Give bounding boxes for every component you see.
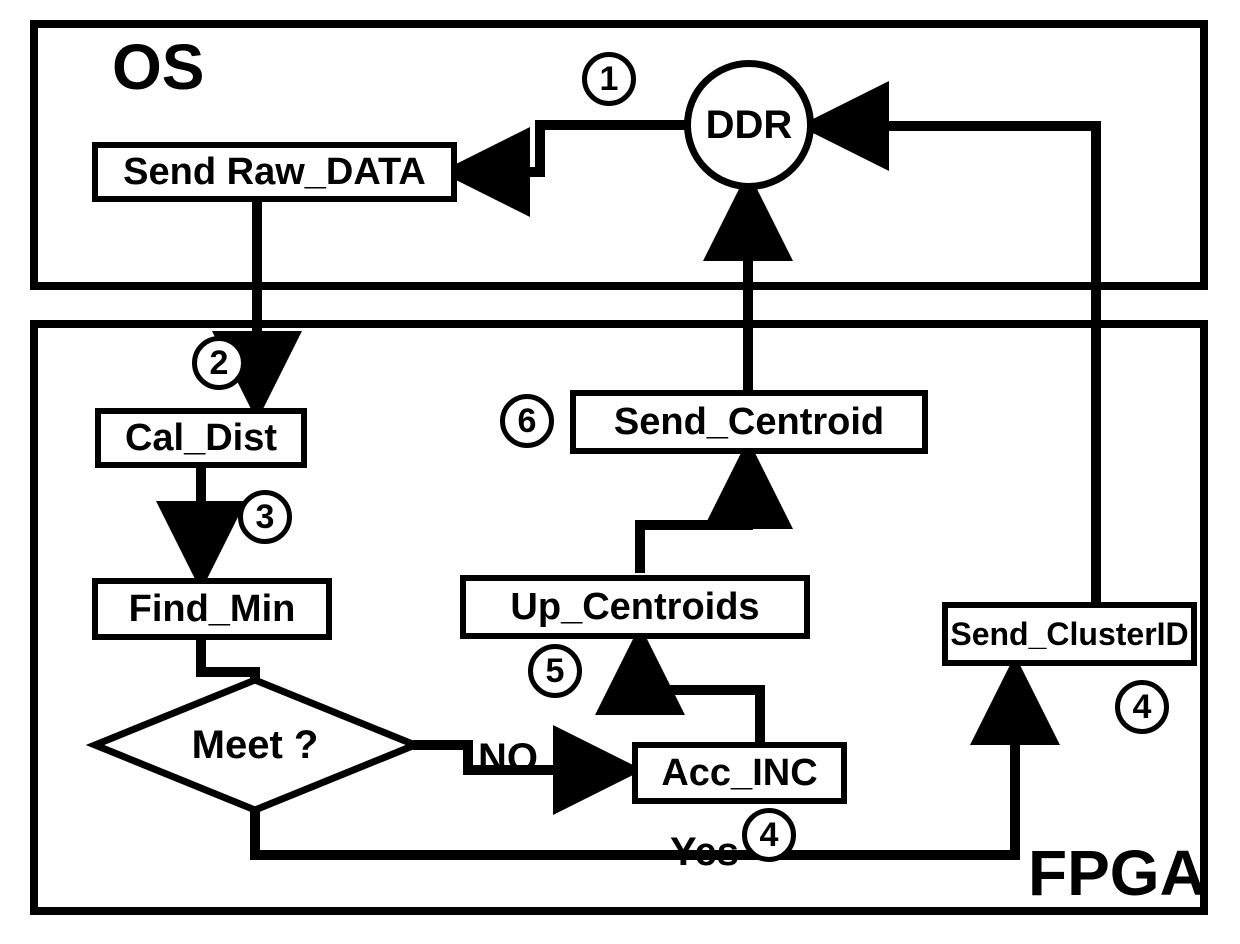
up-centroids-label: Up_Centroids [510, 586, 759, 629]
step-3: 3 [238, 490, 292, 544]
send-raw-label: Send Raw_DATA [123, 151, 426, 194]
step-6: 6 [500, 394, 554, 448]
send-clusterid-label: Send_ClusterID [950, 616, 1188, 653]
send-raw-box: Send Raw_DATA [92, 142, 457, 202]
step-1: 1 [582, 52, 636, 106]
send-clusterid-box: Send_ClusterID [942, 602, 1197, 666]
find-min-label: Find_Min [129, 588, 296, 631]
up-centroids-box: Up_Centroids [460, 575, 810, 639]
send-centroid-label: Send_Centroid [614, 401, 884, 444]
step-4a: 4 [742, 808, 796, 862]
find-min-box: Find_Min [92, 578, 332, 640]
acc-inc-box: Acc_INC [632, 742, 847, 804]
send-centroid-box: Send_Centroid [570, 390, 928, 454]
step-2: 2 [192, 336, 246, 390]
no-label: NO [478, 736, 538, 781]
ddr-label: DDR [706, 103, 793, 148]
step-4b: 4 [1115, 680, 1169, 734]
cal-dist-label: Cal_Dist [125, 417, 277, 460]
cal-dist-box: Cal_Dist [95, 408, 307, 468]
ddr-node: DDR [684, 60, 814, 190]
step-5: 5 [528, 644, 582, 698]
acc-inc-label: Acc_INC [661, 752, 817, 795]
diagram-canvas: OS FPGA DDR [0, 0, 1240, 944]
meet-decision: Meet ? [95, 680, 415, 810]
meet-label: Meet ? [192, 723, 319, 768]
yes-label: Yes [670, 830, 739, 875]
